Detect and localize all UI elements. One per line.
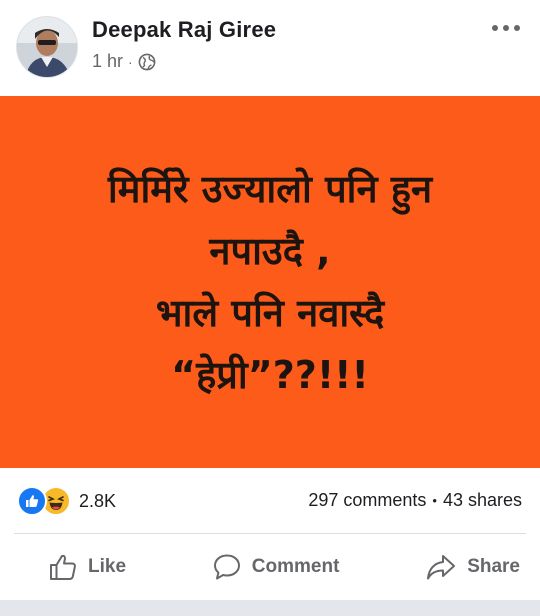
post-image-text-line-2: नपाउदै ,	[209, 229, 331, 273]
shares-count[interactable]: 43 shares	[443, 490, 522, 511]
comment-label: Comment	[251, 556, 340, 577]
like-label: Like	[88, 556, 127, 577]
post-image[interactable]: मिर्मिरे उज्यालो पनि हुन नपाउदै , भाले प…	[0, 96, 540, 468]
more-horizontal-icon	[492, 25, 498, 31]
reaction-count: 2.8K	[79, 490, 117, 511]
like-reaction-icon	[17, 486, 47, 516]
profile-photo	[17, 17, 77, 77]
share-label: Share	[467, 556, 520, 577]
counts-separator: •	[432, 493, 437, 508]
post-image-text-line-3: भाले पनि नवास्दै	[155, 291, 385, 335]
engagement-counts: 297 comments • 43 shares	[308, 490, 522, 511]
globe-icon[interactable]	[138, 53, 156, 71]
thumbs-up-icon	[50, 554, 76, 580]
reactions-summary[interactable]: 2.8K	[17, 486, 116, 516]
post-stats: 2.8K 297 comments • 43 shares	[0, 478, 540, 522]
like-button[interactable]: Like	[48, 536, 126, 598]
divider	[14, 533, 526, 534]
comment-button[interactable]: Comment	[212, 536, 340, 598]
post-actions: Like Comment Share	[0, 536, 540, 598]
share-button[interactable]: Share	[425, 536, 520, 598]
share-arrow-icon	[427, 555, 456, 580]
post-time[interactable]: 1 hr	[92, 51, 123, 72]
post-meta: 1 hr ·	[92, 51, 156, 72]
feed-separator	[0, 600, 540, 616]
post-header: Deepak Raj Giree 1 hr ·	[0, 0, 540, 96]
post-image-text-line-1: मिर्मिरे उज्यालो पनि हुन	[107, 167, 433, 211]
post-image-text-line-4: “हेप्री”??!!!	[171, 353, 369, 397]
comments-count[interactable]: 297 comments	[308, 490, 426, 511]
comment-icon	[213, 554, 240, 580]
meta-separator: ·	[128, 53, 133, 70]
avatar[interactable]	[16, 16, 78, 78]
more-options-button[interactable]	[484, 14, 528, 42]
author-name[interactable]: Deepak Raj Giree	[92, 17, 276, 43]
